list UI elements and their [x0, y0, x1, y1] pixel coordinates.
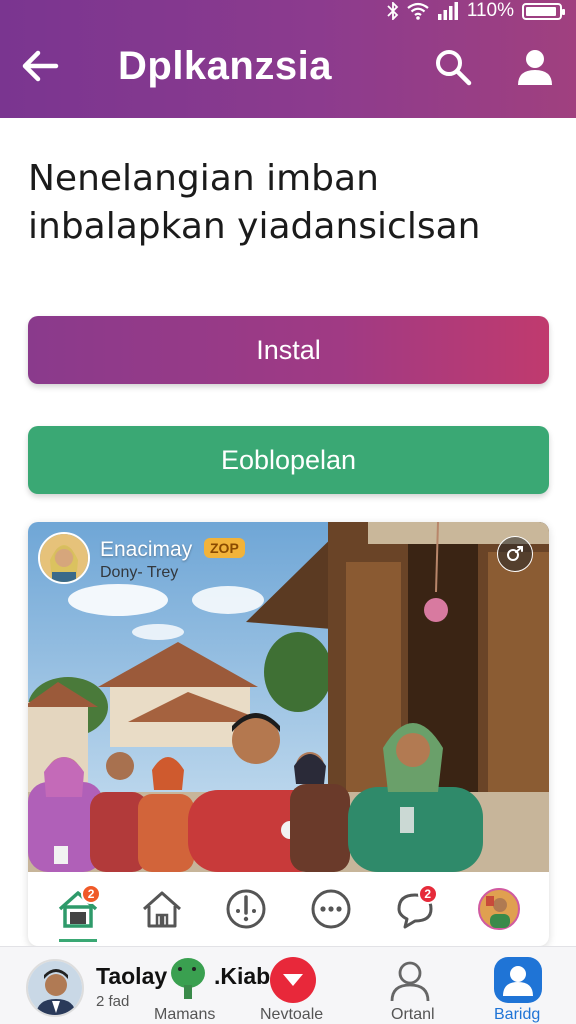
app-title: Dplkanzsia: [118, 44, 332, 88]
person-icon: [518, 50, 552, 85]
home-badge: 2: [81, 884, 102, 904]
post-author-name[interactable]: Enacimay: [100, 538, 192, 562]
user-avatar[interactable]: [26, 959, 84, 1017]
more-tab[interactable]: [304, 882, 358, 936]
nav-label-baridg[interactable]: Baridg: [494, 1006, 540, 1024]
signal-icon: [437, 2, 459, 20]
link-icon: [507, 546, 523, 561]
app-header: 110% Dplkanzsia: [0, 0, 576, 118]
home-tab[interactable]: 2: [51, 882, 105, 942]
post-card[interactable]: Enacimay ZOP Dony- Trey 2 2: [28, 522, 549, 946]
link-button[interactable]: [497, 536, 533, 572]
chat-badge: 2: [417, 884, 438, 904]
status-bar: 110%: [387, 0, 565, 22]
wifi-icon: [407, 2, 429, 20]
active-underline: [59, 939, 98, 942]
profile-button[interactable]: [512, 44, 558, 90]
page-headline: Nenelangian imban inbalapkan yiadansicls…: [28, 158, 481, 247]
profile-tab[interactable]: [472, 882, 526, 936]
battery-level: [526, 6, 557, 16]
post-subtitle: Dony- Trey: [100, 564, 179, 581]
nav-label-mamans[interactable]: Mamans: [154, 1006, 215, 1024]
download-button[interactable]: [270, 957, 316, 1003]
user-name: Taolay: [96, 963, 168, 989]
chevron-down-icon: [283, 974, 303, 986]
post-badge: ZOP: [204, 538, 245, 558]
person-outline-icon: [390, 961, 430, 1002]
alert-face-icon: [226, 889, 266, 929]
account-icon: [503, 966, 533, 996]
post-action-bar: 2 2: [28, 872, 549, 946]
nav-label-nevtoale[interactable]: Nevtoale: [260, 1006, 323, 1024]
more-icon: [311, 889, 351, 929]
house-tab[interactable]: [135, 882, 189, 936]
battery-text: 110%: [466, 0, 514, 21]
back-button[interactable]: [18, 44, 62, 88]
alert-tab[interactable]: [219, 882, 273, 936]
user-sub: 2 fad: [96, 993, 130, 1010]
back-arrow-icon: [22, 50, 59, 82]
secondary-button[interactable]: Eoblopelan: [28, 426, 549, 494]
search-button[interactable]: [430, 44, 476, 90]
chat-tab[interactable]: 2: [388, 882, 442, 936]
post-photo: Enacimay ZOP Dony- Trey: [28, 522, 549, 872]
search-icon: [436, 50, 472, 86]
nav-label-ortanl[interactable]: Ortanl: [391, 1006, 435, 1024]
kiab-label: .Kiab: [214, 963, 271, 989]
tree-icon[interactable]: [168, 957, 208, 1006]
avatar-icon: [477, 888, 520, 930]
house-icon: [143, 891, 182, 928]
person-tab-icon[interactable]: [388, 959, 432, 1008]
post-author-avatar[interactable]: [38, 532, 90, 584]
account-tab[interactable]: [494, 957, 542, 1003]
bluetooth-icon: [387, 2, 399, 20]
bottom-nav: Taolay 2 fad .Kiab Mamans Nevtoale Ortan…: [0, 946, 576, 1024]
install-button[interactable]: Instal: [28, 316, 549, 384]
battery-icon: [522, 2, 565, 20]
